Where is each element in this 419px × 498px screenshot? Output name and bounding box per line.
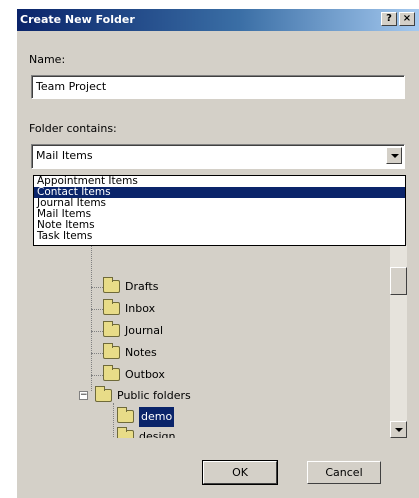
outbox-folder-icon [103, 365, 120, 381]
public-folders-icon [95, 386, 112, 402]
name-field[interactable]: Team Project [31, 75, 405, 99]
tree-connector [91, 375, 103, 376]
dropdown-arrow-icon[interactable] [386, 147, 402, 164]
dialog-title: Create New Folder [20, 13, 135, 26]
inbox-folder-icon [103, 299, 120, 315]
close-button[interactable]: × [399, 12, 415, 26]
notes-folder-icon [103, 343, 120, 359]
folder-contains-label: Folder contains: [29, 122, 117, 135]
tree-connector [91, 287, 103, 288]
title-bar: Create New Folder ? × [17, 9, 419, 31]
tree-connector [91, 331, 103, 332]
journal-folder-icon [103, 321, 120, 337]
name-label: Name: [29, 53, 66, 66]
folder-contains-dropdown[interactable]: Mail Items [31, 144, 405, 169]
scroll-down-icon[interactable] [390, 421, 407, 438]
create-new-folder-dialog: Create New Folder ? × Name: Team Project… [16, 8, 419, 498]
tree-connector [91, 353, 103, 354]
option-task-items[interactable]: Task Items [34, 231, 405, 242]
folder-type-listbox[interactable]: Appointment Items Contact Items Journal … [33, 175, 406, 246]
folder-contains-selected: Mail Items [36, 149, 93, 162]
collapse-toggle-icon[interactable]: − [79, 391, 88, 400]
folder-icon [117, 407, 134, 423]
tree-connector [91, 309, 103, 310]
folder-tree[interactable]: − Drafts Inbox Journal Notes Outbox Publ… [33, 243, 406, 438]
ok-button[interactable]: OK [202, 460, 278, 485]
scrollbar-thumb[interactable] [390, 267, 407, 295]
help-button[interactable]: ? [381, 12, 397, 26]
folder-icon [117, 427, 134, 438]
name-field-value: Team Project [36, 80, 107, 93]
tree-scrollbar[interactable] [390, 245, 407, 438]
tree-connector [91, 243, 92, 391]
cancel-button[interactable]: Cancel [307, 461, 381, 484]
tree-connector [113, 403, 114, 438]
drafts-folder-icon [103, 277, 120, 293]
